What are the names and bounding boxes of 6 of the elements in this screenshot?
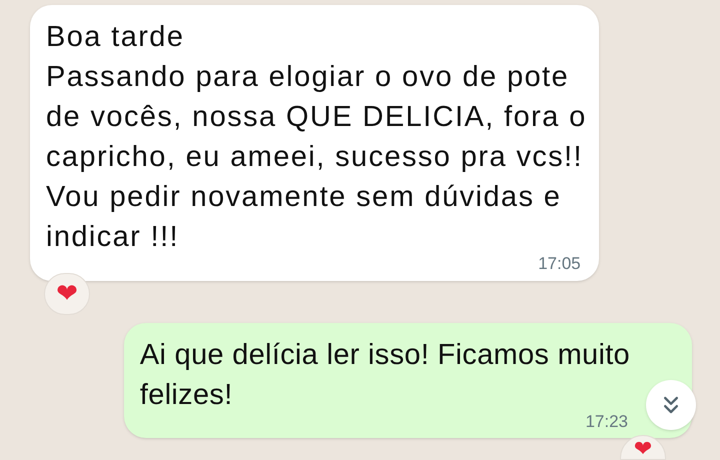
reaction-badge[interactable]: ❤	[44, 272, 90, 314]
message-time: 17:23	[585, 410, 628, 432]
message-time: 17:05	[538, 253, 581, 275]
reaction-badge[interactable]: ❤	[620, 435, 666, 460]
message-text: Ai que delícia ler isso! Ficamos muito felizes!	[140, 338, 630, 412]
message-text: Boa tarde Passando para elogiar o ovo de pote de vocês, nossa QUE DELICIA, fora o capricho, eu ameei, sucesso pra vcs!! Vou pedir novamente sem dúvidas e indicar !!!	[46, 20, 587, 255]
